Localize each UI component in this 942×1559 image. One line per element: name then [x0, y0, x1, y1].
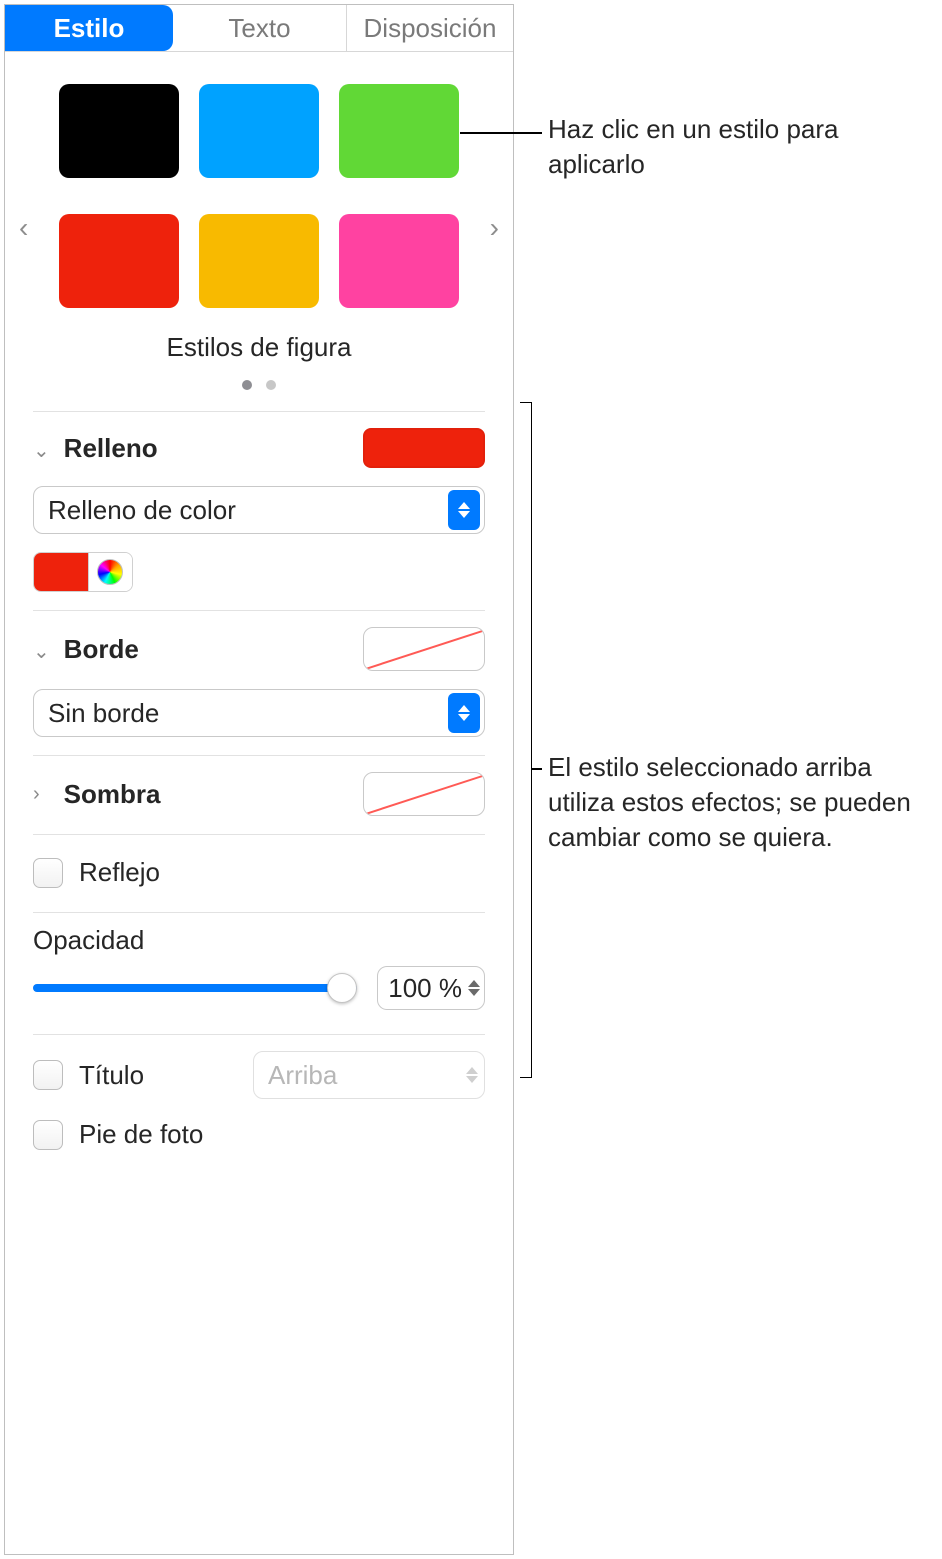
format-inspector-panel: Estilo Texto Disposición ‹ › Estilos de …: [4, 4, 514, 1555]
callout-leader-a: [460, 132, 542, 134]
shape-styles-area: ‹ › Estilos de figura: [5, 52, 513, 411]
select-stepper-icon: [466, 1067, 478, 1083]
select-stepper-icon: [448, 490, 480, 530]
color-wheel-icon: [97, 559, 123, 585]
title-caption-section: Título Arriba Pie de foto: [5, 1035, 513, 1174]
border-type-value: Sin borde: [48, 698, 159, 729]
fill-type-value: Relleno de color: [48, 495, 236, 526]
tab-style[interactable]: Estilo: [5, 5, 173, 51]
fill-section: ⌄ Relleno Relleno de color: [5, 412, 513, 610]
inspector-tabs: Estilo Texto Disposición: [5, 5, 513, 52]
style-swatch-green[interactable]: [339, 84, 459, 178]
callout-a: Haz clic en un estilo para aplicarlo: [548, 112, 908, 182]
chevron-down-icon[interactable]: ⌄: [33, 639, 53, 664]
title-position-select[interactable]: Arriba: [253, 1051, 485, 1099]
border-preview-none[interactable]: [363, 627, 485, 671]
style-swatch-pink[interactable]: [339, 214, 459, 308]
fill-color-well[interactable]: [363, 428, 485, 468]
color-wheel-button[interactable]: [89, 553, 132, 591]
callout-b: El estilo seleccionado arriba utiliza es…: [548, 750, 928, 855]
opacity-label: Opacidad: [5, 925, 513, 956]
page-dot-2[interactable]: [266, 380, 276, 390]
page-dot-1[interactable]: [242, 380, 252, 390]
slider-thumb[interactable]: [327, 973, 357, 1003]
style-swatch-red[interactable]: [59, 214, 179, 308]
callout-leader-b: [532, 768, 542, 770]
caption-label: Pie de foto: [79, 1119, 203, 1150]
border-type-select[interactable]: Sin borde: [33, 689, 485, 737]
title-position-value: Arriba: [268, 1060, 337, 1091]
fill-color-picker[interactable]: [33, 552, 133, 592]
shadow-section: › Sombra: [5, 756, 513, 834]
fill-current-color[interactable]: [34, 553, 89, 591]
chevron-left-icon[interactable]: ‹: [19, 212, 28, 244]
tab-layout[interactable]: Disposición: [347, 5, 513, 51]
shape-styles-caption: Estilos de figura: [25, 332, 493, 363]
shadow-preview-none[interactable]: [363, 772, 485, 816]
opacity-row: 100 %: [5, 956, 513, 1034]
fill-type-select[interactable]: Relleno de color: [33, 486, 485, 534]
border-section: ⌄ Borde Sin borde: [5, 611, 513, 755]
fill-label: Relleno: [64, 433, 158, 463]
style-swatch-black[interactable]: [59, 84, 179, 178]
chevron-right-icon[interactable]: ›: [33, 783, 53, 806]
opacity-field[interactable]: 100 %: [377, 966, 485, 1010]
caption-checkbox[interactable]: [33, 1120, 63, 1150]
opacity-value: 100 %: [388, 973, 462, 1004]
reflection-section: Reflejo: [5, 835, 513, 912]
opacity-slider[interactable]: [33, 973, 357, 1003]
title-label: Título: [79, 1060, 144, 1091]
select-stepper-icon: [448, 693, 480, 733]
style-swatch-blue[interactable]: [199, 84, 319, 178]
shape-style-grid: [25, 84, 493, 308]
border-label: Borde: [64, 634, 139, 664]
style-swatch-orange[interactable]: [199, 214, 319, 308]
callout-bracket-b: [520, 402, 532, 1078]
title-checkbox[interactable]: [33, 1060, 63, 1090]
page-dots: [25, 369, 493, 397]
shadow-label: Sombra: [64, 779, 161, 809]
reflection-checkbox[interactable]: [33, 858, 63, 888]
opacity-stepper[interactable]: [466, 978, 482, 998]
chevron-down-icon[interactable]: ⌄: [33, 438, 53, 463]
reflection-label: Reflejo: [79, 857, 160, 888]
tab-text[interactable]: Texto: [173, 5, 347, 51]
chevron-right-icon[interactable]: ›: [490, 212, 499, 244]
